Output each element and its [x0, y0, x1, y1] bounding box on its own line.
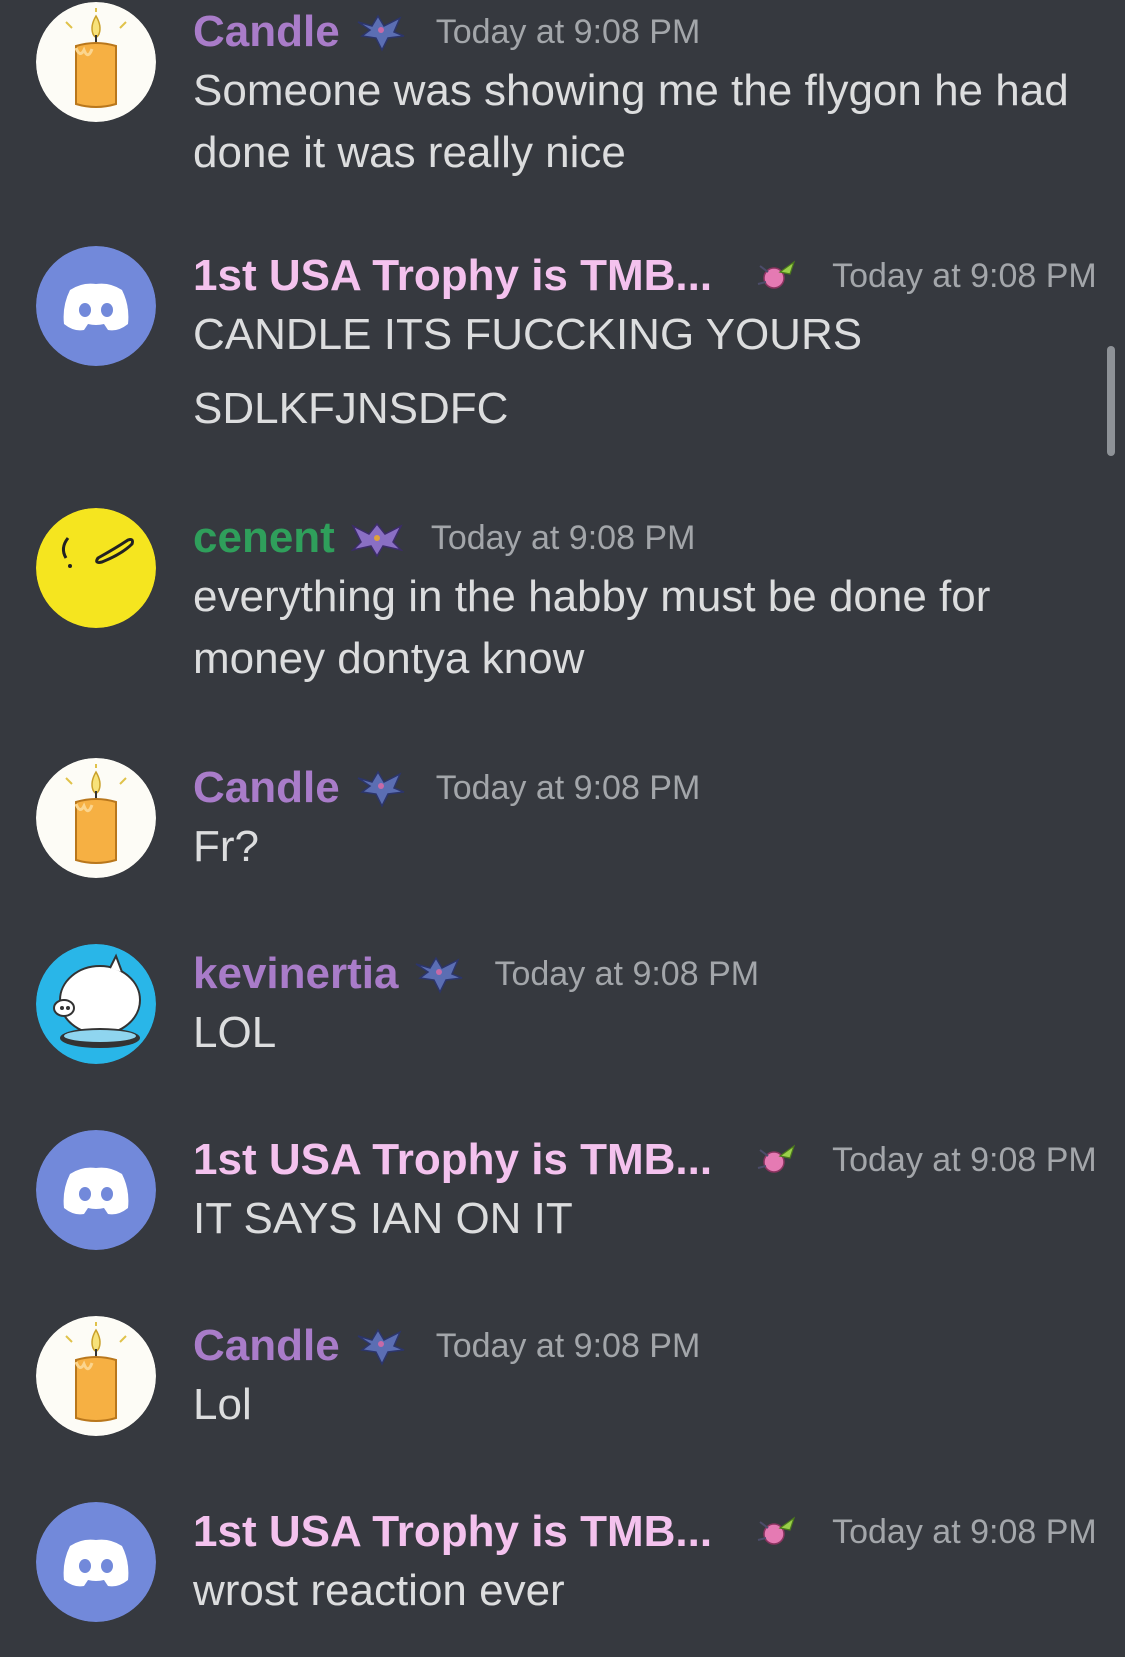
timestamp: Today at 9:08 PM: [832, 1513, 1097, 1551]
zubat-badge-icon: [354, 10, 410, 54]
message-line: Fr?: [193, 822, 259, 871]
message-line: SDLKFJNSDFC: [193, 384, 509, 433]
timestamp: Today at 9:08 PM: [832, 1141, 1097, 1179]
zubat-badge-icon: [354, 766, 410, 810]
username[interactable]: 1st USA Trophy is TMB...: [193, 1502, 712, 1562]
message-content: Fr?: [193, 816, 1093, 878]
message-content: wrost reaction ever: [193, 1560, 1093, 1622]
message-line: LOL: [193, 1008, 277, 1057]
hoppip-badge-icon: [750, 1138, 806, 1182]
message-line: IT SAYS IAN ON IT: [193, 1194, 573, 1243]
message-line: done it was really nice: [193, 128, 626, 177]
message-content: CANDLE ITS FUCCKING YOURS SDLKFJNSDFC: [193, 304, 1093, 440]
timestamp: Today at 9:08 PM: [494, 955, 760, 993]
username[interactable]: kevinertia: [193, 944, 398, 1004]
candle-avatar[interactable]: [36, 2, 156, 122]
message-line: Someone was showing me the flygon he had: [193, 66, 1069, 115]
username[interactable]: 1st USA Trophy is TMB...: [193, 1130, 712, 1190]
timestamp: Today at 9:08 PM: [832, 257, 1097, 295]
discord-default-avatar[interactable]: [36, 1502, 156, 1622]
candle-avatar[interactable]: [36, 1316, 156, 1436]
timestamp: Today at 9:08 PM: [435, 1327, 701, 1365]
message-line: Lol: [193, 1380, 252, 1429]
crobat-badge-icon: [349, 516, 405, 560]
username[interactable]: Candle: [193, 1316, 340, 1376]
zubat-badge-icon: [354, 1324, 410, 1368]
candle-avatar[interactable]: [36, 758, 156, 878]
yellow-face-avatar[interactable]: [36, 508, 156, 628]
message-line: wrost reaction ever: [193, 1566, 565, 1615]
username[interactable]: Candle: [193, 2, 340, 62]
username[interactable]: 1st USA Trophy is TMB...: [193, 246, 712, 306]
discord-default-avatar[interactable]: [36, 246, 156, 366]
timestamp: Today at 9:08 PM: [435, 13, 701, 51]
username[interactable]: cenent: [193, 508, 335, 568]
chat-message-list[interactable]: Candle Today at 9:08 PM Someone was show…: [0, 0, 1125, 1657]
message-content: everything in the habby must be done for…: [193, 566, 1093, 690]
message-line: money dontya know: [193, 634, 585, 683]
message-line: CANDLE ITS FUCCKING YOURS: [193, 310, 863, 359]
pig-avatar[interactable]: [36, 944, 156, 1064]
message-content: Lol: [193, 1374, 1093, 1436]
message-content: Someone was showing me the flygon he had…: [193, 60, 1093, 184]
hoppip-badge-icon: [750, 254, 806, 298]
hoppip-badge-icon: [750, 1510, 806, 1554]
message-content: LOL: [193, 1002, 1093, 1064]
username[interactable]: Candle: [193, 758, 340, 818]
message-content: IT SAYS IAN ON IT: [193, 1188, 1093, 1250]
scrollbar-thumb[interactable]: [1107, 346, 1115, 456]
message-line: everything in the habby must be done for: [193, 572, 991, 621]
discord-default-avatar[interactable]: [36, 1130, 156, 1250]
timestamp: Today at 9:08 PM: [430, 519, 696, 557]
zubat-badge-icon: [412, 952, 468, 996]
timestamp: Today at 9:08 PM: [435, 769, 701, 807]
